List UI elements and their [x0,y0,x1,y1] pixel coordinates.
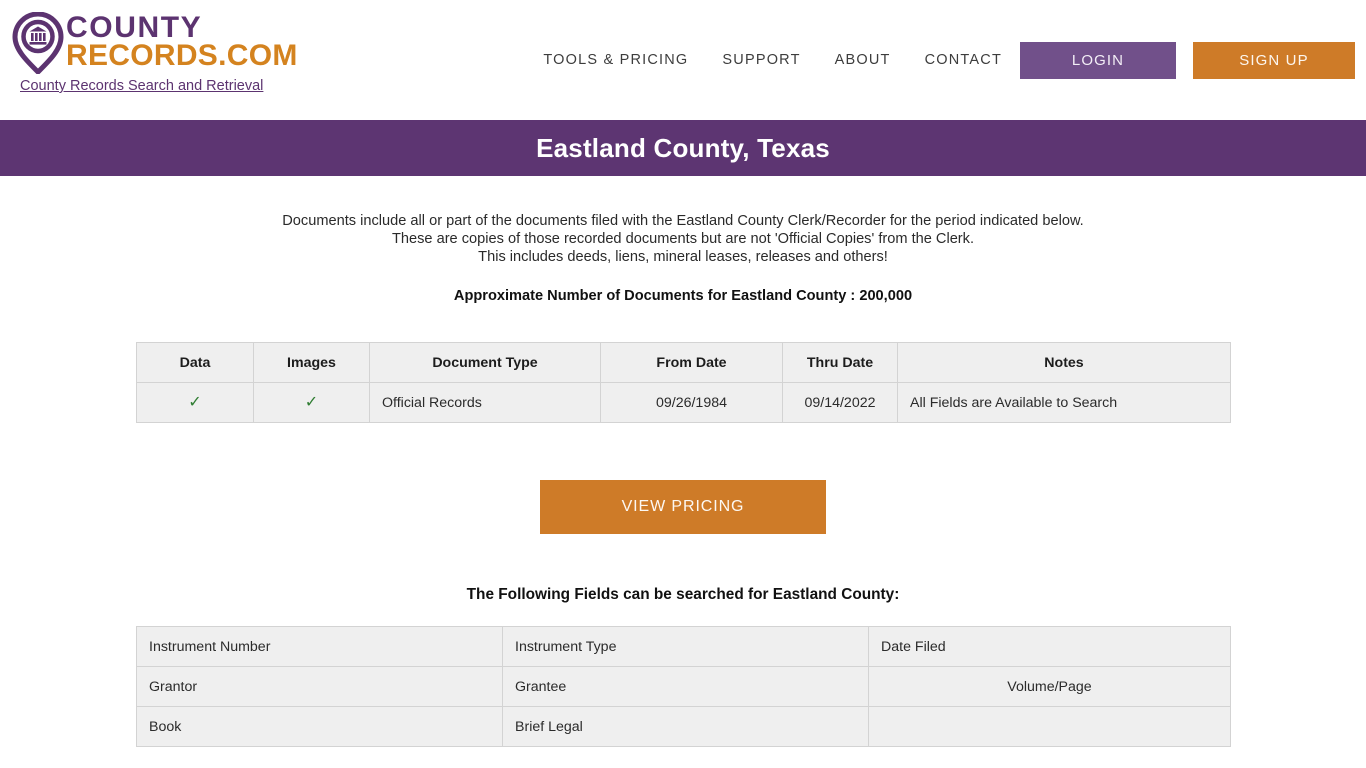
field-date-filed: Date Filed [868,626,1231,667]
column-header-thru-date: Thru Date [782,342,898,383]
nav-item-about[interactable]: ABOUT [835,52,891,68]
column-header-notes: Notes [897,342,1231,383]
intro-line-2: These are copies of those recorded docum… [391,231,975,247]
view-pricing-button[interactable]: VIEW PRICING [540,480,826,534]
searchable-fields-table: Instrument Number Instrument Type Date F… [136,626,1231,747]
check-icon: ✓ [304,393,319,411]
intro-description: Documents include all or part of the doc… [0,212,1366,266]
searchable-fields-table-wrapper: Instrument Number Instrument Type Date F… [136,626,1231,747]
logo-text-county: COUNTY [66,11,203,44]
table-row: Book Brief Legal [136,706,1231,747]
cell-notes: All Fields are Available to Search [897,382,1231,423]
field-instrument-type: Instrument Type [502,626,869,667]
main-content: Documents include all or part of the doc… [0,176,1366,747]
cell-from-date: 09/26/1984 [600,382,783,423]
cell-images-check: ✓ [253,382,370,423]
records-table-wrapper: Data Images Document Type From Date Thru… [136,342,1231,423]
cell-thru-date: 09/14/2022 [782,382,898,423]
check-icon: ✓ [188,393,202,411]
field-instrument-number: Instrument Number [136,626,503,667]
field-book: Book [136,706,503,747]
column-header-images: Images [253,342,370,383]
page-title: Eastland County, Texas [536,132,830,163]
approximate-document-count: Approximate Number of Documents for East… [453,288,913,304]
logo-text-records: RECORDS.COM [66,38,298,72]
field-grantee: Grantee [502,666,869,707]
nav-item-tools-and-pricing[interactable]: TOOLS & PRICING [543,52,688,68]
column-header-from-date: From Date [600,342,783,383]
table-row: ✓ ✓ Official Records 09/26/1984 09/14/20… [136,382,1231,423]
field-brief-legal: Brief Legal [502,706,869,747]
nav-item-support[interactable]: SUPPORT [722,52,800,68]
site-header: COUNTY RECORDS.COM County Records Search… [0,0,1366,120]
searchable-fields-heading: The Following Fields can be searched for… [466,586,900,603]
table-row: Grantor Grantee Volume/Page [136,666,1231,707]
nav-item-contact[interactable]: CONTACT [925,52,1002,68]
column-header-document-type: Document Type [369,342,601,383]
site-logo[interactable]: COUNTY RECORDS.COM County Records Search… [12,8,312,94]
intro-line-3: This includes deeds, liens, mineral leas… [478,249,888,265]
courthouse-pin-icon [12,11,64,76]
field-empty [868,706,1231,747]
records-table: Data Images Document Type From Date Thru… [136,342,1231,423]
signup-button[interactable]: SIGN UP [1193,41,1355,79]
view-pricing-wrapper: VIEW PRICING [0,480,1366,534]
table-row: Instrument Number Instrument Type Date F… [136,626,1231,667]
cell-document-type: Official Records [369,382,601,423]
records-table-header-row: Data Images Document Type From Date Thru… [136,342,1231,383]
intro-line-1: Documents include all or part of the doc… [282,213,1084,229]
column-header-data: Data [136,342,254,383]
login-button[interactable]: LOGIN [1020,41,1176,79]
cell-data-check: ✓ [136,382,254,423]
main-navigation: TOOLS & PRICING SUPPORT ABOUT CONTACT LO… [543,41,1355,79]
county-title-banner: Eastland County, Texas [0,120,1366,176]
field-grantor: Grantor [136,666,503,707]
logo-tagline-link[interactable]: County Records Search and Retrieval [20,78,312,94]
field-volume-page: Volume/Page [868,666,1231,707]
